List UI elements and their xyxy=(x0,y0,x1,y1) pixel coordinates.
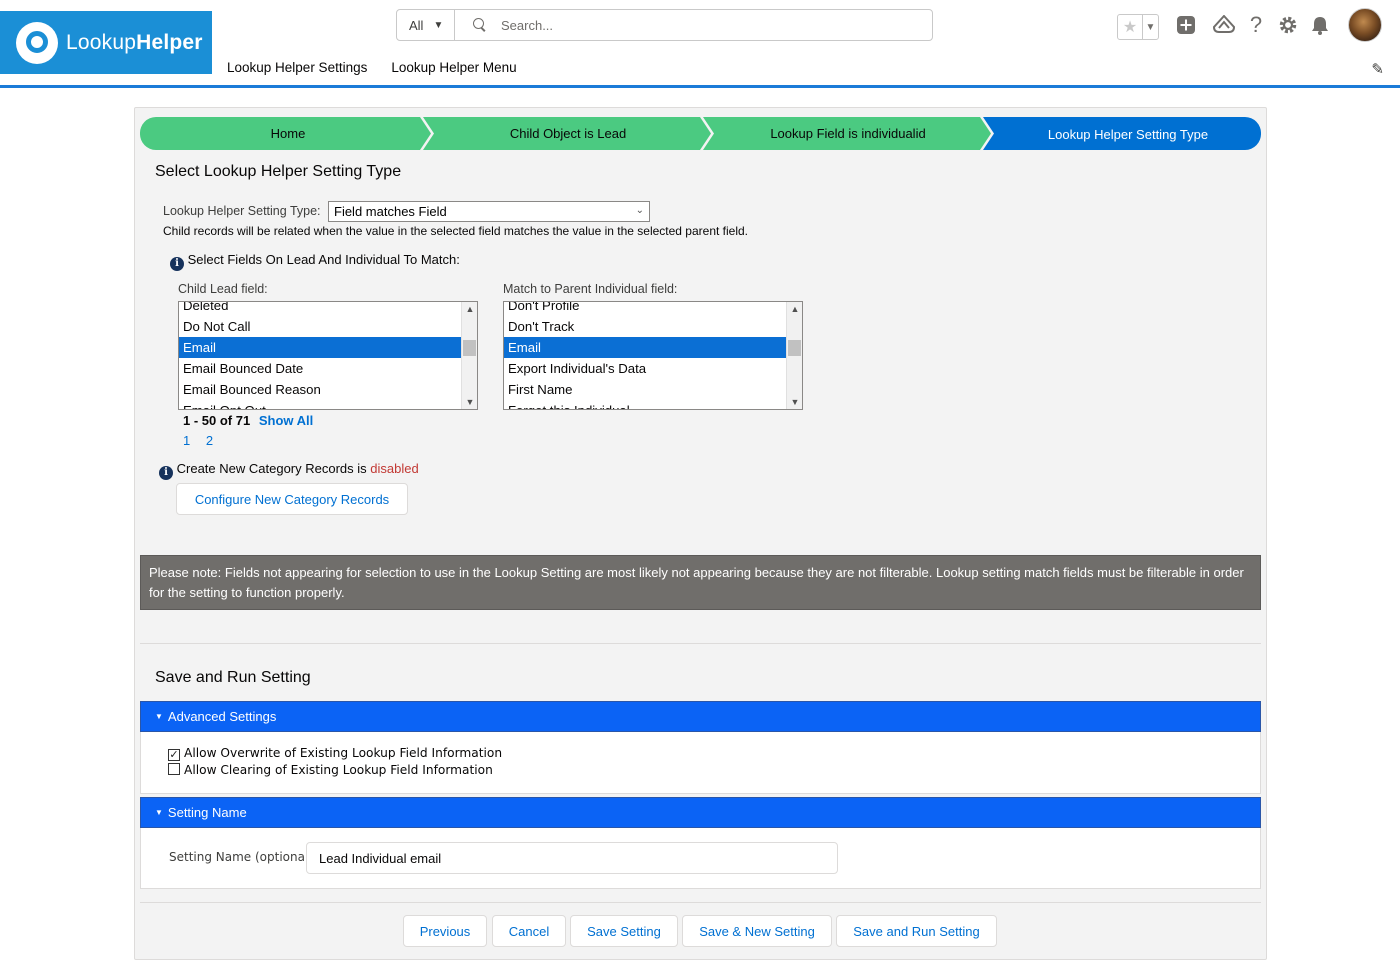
path-step-lookup-field[interactable]: Lookup Field is individualid xyxy=(710,117,986,150)
help-icon[interactable]: ? xyxy=(1240,9,1272,41)
setting-name-header-label: Setting Name xyxy=(167,805,247,820)
section-title-setting-type: Select Lookup Helper Setting Type xyxy=(155,163,402,180)
show-all-link[interactable]: Show All xyxy=(259,413,313,428)
category-records-status: i Create New Category Records is disable… xyxy=(159,461,419,480)
setting-name-input[interactable]: Lead Individual email xyxy=(306,842,838,874)
chevron-down-icon: ▼ xyxy=(433,19,444,31)
page-link-1[interactable]: 1 xyxy=(183,433,190,448)
listbox-option[interactable]: Email Bounced Date xyxy=(179,358,477,379)
setting-type-label: Lookup Helper Setting Type: xyxy=(163,204,321,218)
advanced-settings-header[interactable]: ▼ Advanced Settings xyxy=(140,701,1261,732)
listbox-option[interactable]: Don't Profile xyxy=(504,302,802,316)
app-nav: Lookup Helper Settings Lookup Helper Men… xyxy=(227,60,517,75)
search-scope-select[interactable]: All ▼ xyxy=(397,10,455,40)
footer-divider xyxy=(140,902,1261,903)
setting-type-description: Child records will be related when the v… xyxy=(163,224,749,238)
global-actions-icon[interactable] xyxy=(1170,9,1202,41)
listbox-option[interactable]: Do Not Call xyxy=(179,316,477,337)
collapse-triangle-icon: ▼ xyxy=(155,808,163,817)
listbox-option[interactable]: Don't Track xyxy=(504,316,802,337)
listbox-option[interactable]: First Name xyxy=(504,379,802,400)
parent-field-listbox[interactable]: Don't Profile Don't Track Email Export Indi… xyxy=(503,301,803,410)
pagination-count: 1 - 50 of 71 xyxy=(183,413,251,428)
lookup-helper-logo-icon xyxy=(16,21,58,64)
notifications-bell-icon[interactable] xyxy=(1304,9,1336,41)
scroll-thumb[interactable] xyxy=(463,340,476,356)
configure-category-records-button[interactable]: Configure New Category Records xyxy=(176,483,408,515)
allow-clearing-label: Allow Clearing of Existing Lookup Field … xyxy=(184,763,493,777)
advanced-settings-label: Advanced Settings xyxy=(167,709,277,724)
category-status-badge: disabled xyxy=(370,461,419,476)
setting-type-select[interactable]: Field matches Field ⌄ xyxy=(328,201,650,222)
scroll-thumb[interactable] xyxy=(788,340,801,356)
scroll-down-icon[interactable]: ▼ xyxy=(462,397,477,407)
save-run-setting-button[interactable]: Save and Run Setting xyxy=(836,915,997,947)
listbox-scrollbar[interactable]: ▲ ▼ xyxy=(461,302,477,409)
scroll-up-icon[interactable]: ▲ xyxy=(787,304,802,314)
save-setting-button[interactable]: Save Setting xyxy=(570,915,678,947)
select-fields-heading: i Select Fields On Lead And Individual T… xyxy=(170,252,460,271)
category-records-text: Create New Category Records is xyxy=(176,461,367,476)
listbox-option[interactable]: Export Individual's Data xyxy=(504,358,802,379)
listbox-option[interactable]: Email xyxy=(504,337,802,358)
allow-clearing-checkbox[interactable] xyxy=(168,763,180,775)
chevron-down-icon[interactable]: ▼ xyxy=(1142,15,1158,39)
child-field-label: Child Lead field: xyxy=(178,282,268,296)
chevron-down-icon: ⌄ xyxy=(635,205,644,216)
pagination-summary: 1 - 50 of 71 Show All xyxy=(183,413,313,428)
pagination-pages: 1 2 xyxy=(183,433,213,448)
allow-overwrite-checkbox[interactable]: ✓ xyxy=(168,749,180,761)
cancel-button[interactable]: Cancel xyxy=(492,915,566,947)
scroll-up-icon[interactable]: ▲ xyxy=(462,304,477,314)
allow-overwrite-label: Allow Overwrite of Existing Lookup Field… xyxy=(184,746,503,760)
app-logo[interactable]: LookupHelper xyxy=(0,11,212,74)
user-avatar[interactable] xyxy=(1348,8,1382,42)
collapse-triangle-icon: ▼ xyxy=(155,712,163,721)
previous-button[interactable]: Previous xyxy=(403,915,487,947)
setting-name-label: Setting Name (optional) xyxy=(169,850,313,864)
listbox-option[interactable]: Email Opt Out xyxy=(179,400,477,409)
global-search: All ▼ Search... xyxy=(396,9,933,41)
save-new-setting-button[interactable]: Save & New Setting xyxy=(682,915,832,947)
favorites-button[interactable]: ★ ▼ xyxy=(1117,14,1159,40)
select-fields-label: Select Fields On Lead And Individual To … xyxy=(187,252,460,267)
header-utility-icons: ★ ▼ ? xyxy=(1117,8,1382,42)
child-field-listbox[interactable]: Deleted Do Not Call Email Email Bounced Dat… xyxy=(178,301,478,410)
search-scope-value: All xyxy=(409,17,424,33)
allow-clearing-row: Allow Clearing of Existing Lookup Field … xyxy=(168,763,493,777)
edit-nav-pencil-icon[interactable]: ✎ xyxy=(1371,60,1384,78)
info-icon: i xyxy=(170,257,184,271)
listbox-scrollbar[interactable]: ▲ ▼ xyxy=(786,302,802,409)
section-title-save-run: Save and Run Setting xyxy=(155,669,311,686)
setting-name-header[interactable]: ▼ Setting Name xyxy=(140,797,1261,828)
global-header: LookupHelper All ▼ Search... ★ ▼ ? Looku… xyxy=(0,0,1400,88)
info-icon: i xyxy=(159,466,173,480)
listbox-option[interactable]: Deleted xyxy=(179,302,477,316)
path-step-setting-type[interactable]: Lookup Helper Setting Type xyxy=(990,118,1266,151)
page-link-2[interactable]: 2 xyxy=(206,433,213,448)
search-icon xyxy=(473,18,487,32)
star-icon: ★ xyxy=(1122,19,1138,36)
progress-path: Home Child Object is Lead Lookup Field i… xyxy=(140,117,1261,150)
filterable-fields-note: Please note: Fields not appearing for se… xyxy=(140,555,1261,610)
logo-text-bold: Helper xyxy=(136,30,203,54)
logo-text-light: Lookup xyxy=(66,30,137,54)
path-step-home[interactable]: Home xyxy=(150,117,426,150)
trailhead-icon[interactable] xyxy=(1208,9,1240,41)
nav-item-lookup-helper-settings[interactable]: Lookup Helper Settings xyxy=(227,60,367,75)
setting-type-value: Field matches Field xyxy=(334,204,447,219)
scroll-down-icon[interactable]: ▼ xyxy=(787,397,802,407)
allow-overwrite-row: ✓ Allow Overwrite of Existing Lookup Fiel… xyxy=(168,746,502,761)
path-step-child-object[interactable]: Child Object is Lead xyxy=(430,117,706,150)
listbox-option[interactable]: Email xyxy=(179,337,477,358)
section-divider xyxy=(140,643,1261,644)
nav-item-lookup-helper-menu[interactable]: Lookup Helper Menu xyxy=(391,60,516,75)
gear-icon[interactable] xyxy=(1272,9,1304,41)
parent-field-label: Match to Parent Individual field: xyxy=(503,282,678,296)
listbox-option[interactable]: Forget this Individual xyxy=(504,400,802,409)
listbox-option[interactable]: Email Bounced Reason xyxy=(179,379,477,400)
search-input[interactable]: Search... xyxy=(501,18,553,33)
